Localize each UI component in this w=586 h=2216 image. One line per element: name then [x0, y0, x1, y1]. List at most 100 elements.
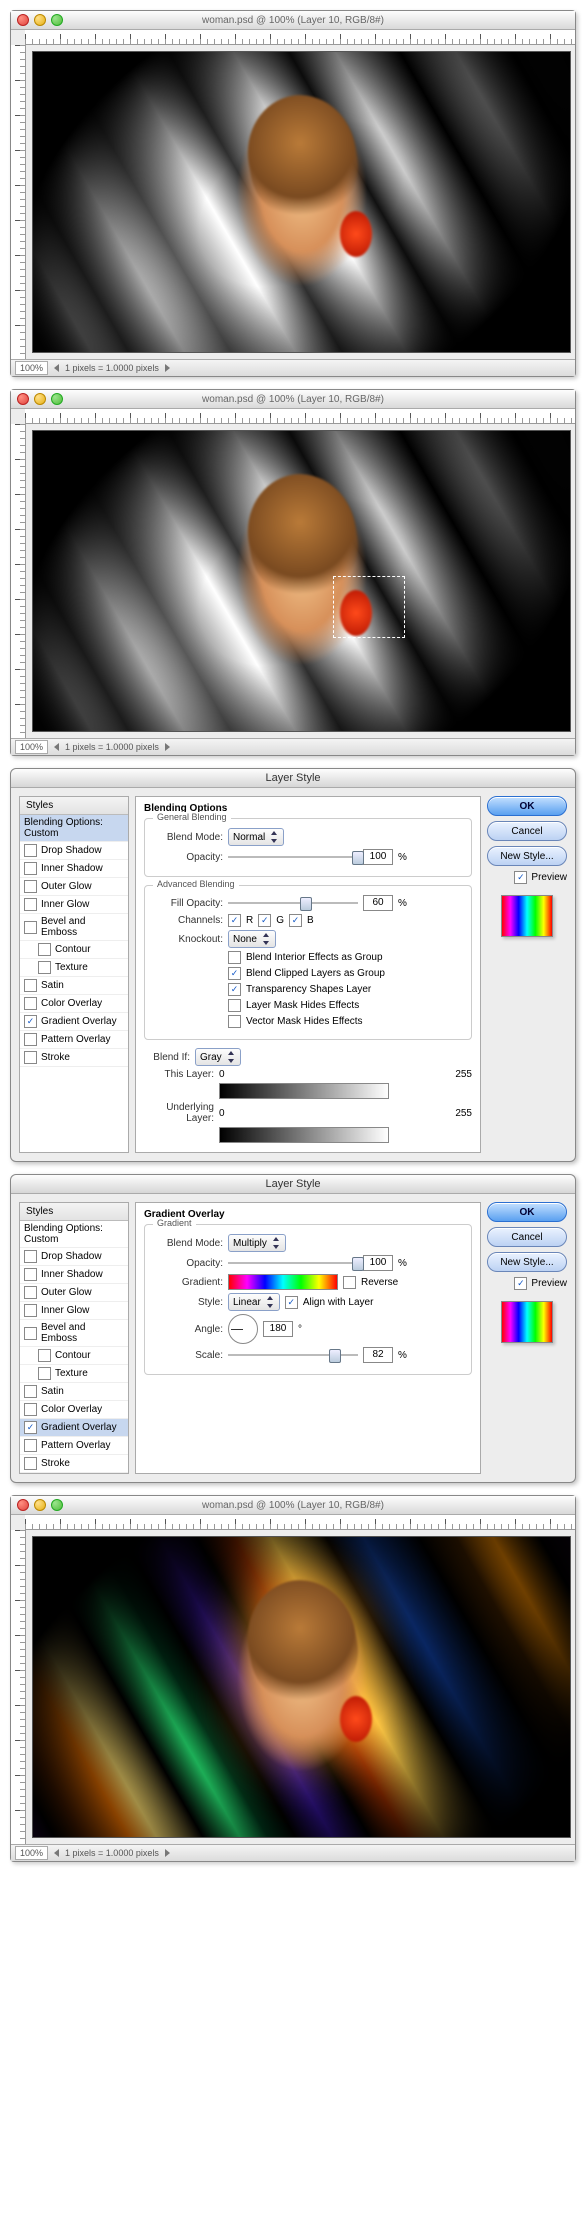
go-scale-slider[interactable]: [228, 1349, 358, 1361]
fill-opacity-slider[interactable]: [228, 897, 358, 909]
go-blend-mode-select[interactable]: Multiply: [228, 1234, 286, 1252]
selection-marquee[interactable]: [333, 576, 405, 638]
style-drop-shadow[interactable]: Drop Shadow: [20, 1248, 128, 1266]
chevron-left-icon[interactable]: [54, 1849, 59, 1857]
style-checkbox[interactable]: [24, 1403, 37, 1416]
zoom-icon[interactable]: [51, 1499, 63, 1511]
titlebar[interactable]: woman.psd @ 100% (Layer 10, RGB/8#): [11, 1496, 575, 1515]
style-bevel-and-emboss[interactable]: Bevel and Emboss: [20, 914, 128, 941]
style-color-overlay[interactable]: Color Overlay: [20, 1401, 128, 1419]
align-checkbox[interactable]: [285, 1296, 298, 1309]
style-color-overlay[interactable]: Color Overlay: [20, 995, 128, 1013]
style-blending-options[interactable]: Blending Options: Custom: [20, 1221, 128, 1248]
style-checkbox[interactable]: [24, 880, 37, 893]
style-inner-shadow[interactable]: Inner Shadow: [20, 860, 128, 878]
style-inner-glow[interactable]: Inner Glow: [20, 1302, 128, 1320]
style-inner-shadow[interactable]: Inner Shadow: [20, 1266, 128, 1284]
style-gradient-overlay[interactable]: Gradient Overlay: [20, 1419, 128, 1437]
style-checkbox[interactable]: [24, 1015, 37, 1028]
style-texture[interactable]: Texture: [20, 959, 128, 977]
zoom-field[interactable]: 100%: [15, 361, 48, 375]
close-icon[interactable]: [17, 14, 29, 26]
zoom-field[interactable]: 100%: [15, 1846, 48, 1860]
style-checkbox[interactable]: [24, 1286, 37, 1299]
zoom-icon[interactable]: [51, 393, 63, 405]
minimize-icon[interactable]: [34, 393, 46, 405]
ruler-horizontal[interactable]: [25, 409, 575, 424]
style-inner-glow[interactable]: Inner Glow: [20, 896, 128, 914]
style-blending-options[interactable]: Blending Options: Custom: [20, 815, 128, 842]
ruler-horizontal[interactable]: [25, 1515, 575, 1530]
blend-if-select[interactable]: Gray: [195, 1048, 241, 1066]
canvas[interactable]: [32, 430, 571, 732]
ruler-vertical[interactable]: [11, 45, 26, 359]
style-outer-glow[interactable]: Outer Glow: [20, 1284, 128, 1302]
underlying-range[interactable]: [219, 1127, 389, 1143]
channel-g-checkbox[interactable]: [258, 914, 271, 927]
style-pattern-overlay[interactable]: Pattern Overlay: [20, 1031, 128, 1049]
cancel-button[interactable]: Cancel: [487, 1227, 567, 1247]
style-satin[interactable]: Satin: [20, 977, 128, 995]
style-checkbox[interactable]: [24, 921, 37, 934]
style-pattern-overlay[interactable]: Pattern Overlay: [20, 1437, 128, 1455]
style-contour[interactable]: Contour: [20, 1347, 128, 1365]
vectormask-checkbox[interactable]: [228, 1015, 241, 1028]
layermask-checkbox[interactable]: [228, 999, 241, 1012]
chevron-right-icon[interactable]: [165, 743, 170, 751]
interior-checkbox[interactable]: [228, 951, 241, 964]
style-checkbox[interactable]: [24, 1439, 37, 1452]
style-checkbox[interactable]: [24, 1421, 37, 1434]
reverse-checkbox[interactable]: [343, 1276, 356, 1289]
style-checkbox[interactable]: [24, 844, 37, 857]
close-icon[interactable]: [17, 393, 29, 405]
canvas[interactable]: [32, 1536, 571, 1838]
style-satin[interactable]: Satin: [20, 1383, 128, 1401]
zoom-icon[interactable]: [51, 14, 63, 26]
ok-button[interactable]: OK: [487, 1202, 567, 1222]
style-checkbox[interactable]: [24, 1268, 37, 1281]
preview-checkbox[interactable]: [514, 1277, 527, 1290]
style-checkbox[interactable]: [24, 997, 37, 1010]
titlebar[interactable]: woman.psd @ 100% (Layer 10, RGB/8#): [11, 11, 575, 30]
style-texture[interactable]: Texture: [20, 1365, 128, 1383]
style-checkbox[interactable]: [24, 1327, 37, 1340]
new-style-button[interactable]: New Style...: [487, 846, 567, 866]
style-checkbox[interactable]: [24, 1304, 37, 1317]
blend-mode-select[interactable]: Normal: [228, 828, 284, 846]
ok-button[interactable]: OK: [487, 796, 567, 816]
style-checkbox[interactable]: [38, 943, 51, 956]
minimize-icon[interactable]: [34, 14, 46, 26]
dialog-title[interactable]: Layer Style: [11, 769, 575, 788]
angle-input[interactable]: 180: [263, 1321, 293, 1337]
style-contour[interactable]: Contour: [20, 941, 128, 959]
angle-dial[interactable]: [228, 1314, 258, 1344]
style-checkbox[interactable]: [38, 1367, 51, 1380]
style-checkbox[interactable]: [24, 1051, 37, 1064]
style-checkbox[interactable]: [24, 898, 37, 911]
new-style-button[interactable]: New Style...: [487, 1252, 567, 1272]
minimize-icon[interactable]: [34, 1499, 46, 1511]
chevron-left-icon[interactable]: [54, 743, 59, 751]
ruler-horizontal[interactable]: [25, 30, 575, 45]
chevron-right-icon[interactable]: [165, 1849, 170, 1857]
channel-r-checkbox[interactable]: [228, 914, 241, 927]
style-checkbox[interactable]: [24, 1385, 37, 1398]
preview-checkbox[interactable]: [514, 871, 527, 884]
opacity-input[interactable]: 100: [363, 849, 393, 865]
ruler-vertical[interactable]: [11, 424, 26, 738]
scale-input[interactable]: 82: [363, 1347, 393, 1363]
styles-header[interactable]: Styles: [20, 1203, 128, 1221]
style-drop-shadow[interactable]: Drop Shadow: [20, 842, 128, 860]
cancel-button[interactable]: Cancel: [487, 821, 567, 841]
zoom-field[interactable]: 100%: [15, 740, 48, 754]
transparency-checkbox[interactable]: [228, 983, 241, 996]
channel-b-checkbox[interactable]: [289, 914, 302, 927]
gradient-picker[interactable]: [228, 1274, 338, 1290]
style-checkbox[interactable]: [24, 1457, 37, 1470]
style-checkbox[interactable]: [24, 1250, 37, 1263]
style-checkbox[interactable]: [38, 961, 51, 974]
styles-header[interactable]: Styles: [20, 797, 128, 815]
titlebar[interactable]: woman.psd @ 100% (Layer 10, RGB/8#): [11, 390, 575, 409]
go-style-select[interactable]: Linear: [228, 1293, 280, 1311]
canvas[interactable]: [32, 51, 571, 353]
